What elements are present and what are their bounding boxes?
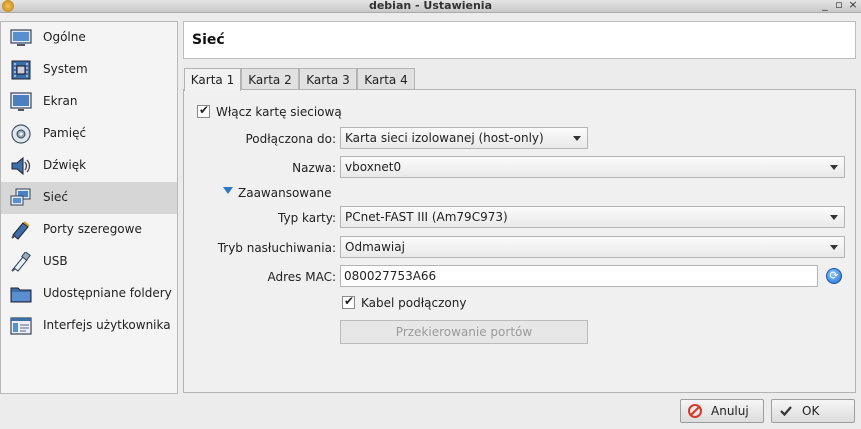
name-select[interactable]: vboxnet0 bbox=[340, 156, 845, 178]
ok-button-label: OK bbox=[802, 404, 820, 418]
page-header: Sieć bbox=[183, 21, 856, 59]
enable-adapter-label: Włącz kartę sieciową bbox=[216, 105, 342, 119]
sidebar-item-general[interactable]: Ogólne bbox=[1, 22, 177, 54]
ok-button[interactable]: OK bbox=[771, 399, 855, 423]
name-value: vboxnet0 bbox=[345, 160, 402, 174]
promiscuous-mode-select[interactable]: Odmawiaj bbox=[340, 236, 845, 258]
page-title: Sieć bbox=[192, 32, 225, 48]
chip-icon bbox=[11, 60, 31, 80]
cancel-button-label: Anuluj bbox=[711, 404, 749, 418]
adapter-type-label: Typ karty: bbox=[278, 211, 336, 225]
sidebar-item-label: Udostępniane foldery bbox=[43, 286, 172, 300]
sidebar-item-label: Sieć bbox=[43, 190, 68, 204]
cable-connected-checkbox[interactable] bbox=[342, 294, 355, 309]
serial-port-icon bbox=[11, 221, 30, 240]
usb-icon bbox=[11, 252, 31, 272]
sidebar-item-label: Interfejs użytkownika bbox=[43, 318, 171, 332]
cancel-button[interactable]: Anuluj bbox=[680, 399, 764, 423]
checkmark-icon bbox=[780, 406, 792, 417]
minimize-button[interactable]: _ bbox=[818, 0, 832, 11]
tab-adapter-2[interactable]: Karta 2 bbox=[241, 68, 299, 90]
disk-icon bbox=[11, 124, 31, 144]
sidebar-item-label: Porty szeregowe bbox=[43, 222, 142, 236]
promiscuous-mode-label: Tryb nasłuchiwania: bbox=[217, 241, 336, 255]
attached-to-value: Karta sieci izolowanej (host-only) bbox=[345, 131, 544, 145]
advanced-expand-icon[interactable] bbox=[223, 187, 233, 194]
sidebar-item-storage[interactable]: Pamięć bbox=[1, 118, 177, 150]
sidebar-item-display[interactable]: Ekran bbox=[1, 86, 177, 118]
name-label: Nazwa: bbox=[292, 161, 336, 175]
cancel-icon bbox=[688, 404, 702, 418]
sidebar-item-user-interface[interactable]: Interfejs użytkownika bbox=[1, 310, 177, 342]
tab-adapter-1[interactable]: Karta 1 bbox=[184, 68, 241, 91]
network-icon bbox=[10, 188, 31, 206]
maximize-button[interactable]: ▫ bbox=[832, 0, 846, 11]
sidebar-item-label: USB bbox=[43, 254, 68, 268]
attached-to-select[interactable]: Karta sieci izolowanej (host-only) bbox=[340, 127, 588, 149]
port-forwarding-button[interactable]: Przekierowanie portów bbox=[340, 320, 588, 344]
speaker-icon bbox=[11, 156, 31, 176]
sidebar-item-label: System bbox=[43, 62, 88, 76]
refresh-mac-icon[interactable]: ⟳ bbox=[826, 268, 842, 284]
sidebar-item-shared-folders[interactable]: Udostępniane foldery bbox=[1, 278, 177, 310]
chevron-down-icon bbox=[830, 215, 838, 220]
sidebar-item-label: Ekran bbox=[43, 94, 78, 108]
sidebar-item-network[interactable]: Sieć bbox=[1, 182, 177, 214]
chevron-down-icon bbox=[830, 245, 838, 250]
display-icon bbox=[10, 92, 32, 111]
sidebar-item-label: Pamięć bbox=[43, 126, 87, 140]
adapter-panel: Włącz kartę sieciową Podłączona do: Kart… bbox=[183, 89, 856, 393]
adapter-type-select[interactable]: PCnet-FAST III (Am79C973) bbox=[340, 206, 845, 228]
folder-icon bbox=[10, 287, 32, 303]
ui-icon bbox=[10, 317, 32, 335]
advanced-toggle[interactable]: Zaawansowane bbox=[238, 186, 331, 200]
sidebar-item-label: Ogólne bbox=[43, 30, 86, 44]
title-bar: debian - Ustawienia _ ▫ × bbox=[0, 0, 861, 13]
close-button[interactable]: × bbox=[846, 0, 860, 11]
enable-adapter-checkbox[interactable] bbox=[197, 103, 210, 118]
chevron-down-icon bbox=[573, 136, 581, 141]
promiscuous-mode-value: Odmawiaj bbox=[345, 240, 405, 254]
cable-connected-label: Kabel podłączony bbox=[361, 296, 467, 310]
monitor-icon bbox=[10, 29, 32, 46]
mac-address-label: Adres MAC: bbox=[267, 270, 336, 284]
sidebar-item-system[interactable]: System bbox=[1, 54, 177, 86]
window-title: debian - Ustawienia bbox=[368, 0, 493, 12]
sidebar-item-usb[interactable]: USB bbox=[1, 246, 177, 278]
sidebar-item-serial-ports[interactable]: Porty szeregowe bbox=[1, 214, 177, 246]
tab-adapter-3[interactable]: Karta 3 bbox=[299, 68, 357, 90]
sidebar-item-audio[interactable]: Dźwięk bbox=[1, 150, 177, 182]
tab-adapter-4[interactable]: Karta 4 bbox=[357, 68, 415, 90]
attached-to-label: Podłączona do: bbox=[245, 132, 336, 146]
sidebar-item-label: Dźwięk bbox=[43, 158, 87, 172]
mac-address-input[interactable]: 080027753A66 bbox=[340, 265, 818, 287]
adapter-type-value: PCnet-FAST III (Am79C973) bbox=[345, 210, 508, 224]
settings-sidebar: Ogólne System Ekran Pamięć Dźwięk Sieć P… bbox=[0, 21, 178, 394]
chevron-down-icon bbox=[830, 165, 838, 170]
